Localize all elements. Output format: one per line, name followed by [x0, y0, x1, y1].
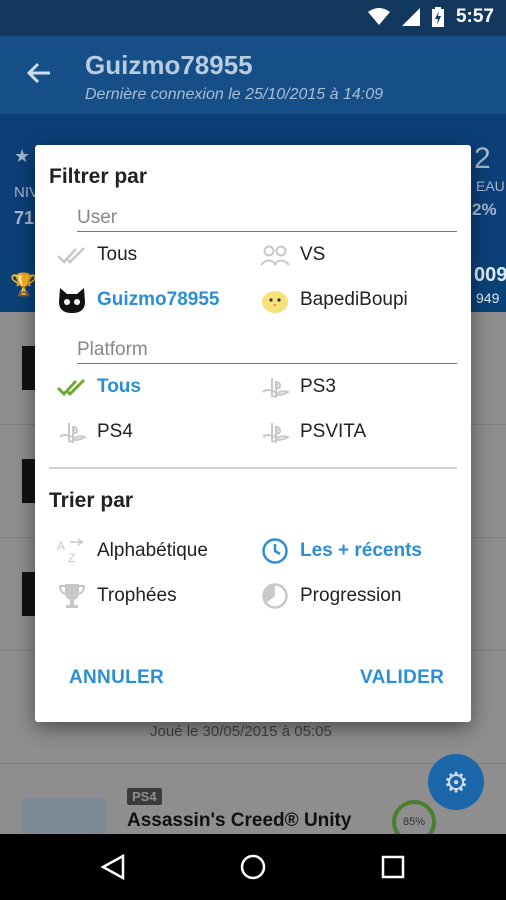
cat-avatar-icon — [55, 287, 89, 313]
user-option-guizmo-label: Guizmo78955 — [97, 289, 220, 310]
filter-title: Filtrer par — [49, 165, 148, 188]
platform-option-all-label: Tous — [97, 376, 141, 397]
back-arrow-icon[interactable] — [26, 60, 52, 92]
chick-avatar-icon — [258, 287, 292, 313]
platform-option-ps4-label: PS4 — [97, 421, 133, 442]
user-option-all[interactable]: Tous — [55, 242, 137, 268]
battery-charging-icon — [431, 7, 444, 27]
right-value: 2% — [472, 200, 497, 219]
platform-section-label: Platform — [77, 339, 457, 364]
last-login: Dernière connexion le 25/10/2015 à 14:09 — [85, 86, 383, 103]
status-time: 5:57 — [455, 6, 494, 27]
navigation-bar — [0, 834, 506, 900]
trophy-count-bottom: 949 — [476, 290, 500, 306]
user-option-guizmo[interactable]: Guizmo78955 — [55, 287, 220, 313]
double-check-icon — [55, 374, 89, 400]
sort-option-trophies-label: Trophées — [97, 585, 177, 606]
sort-option-recent[interactable]: Les + récents — [258, 538, 422, 564]
recents-nav-icon[interactable] — [381, 855, 405, 879]
svg-text:A: A — [57, 539, 65, 553]
progress-icon — [258, 583, 292, 609]
filter-dialog: Filtrer par User Tous VS Guizmo78955 Bap… — [35, 145, 471, 722]
status-bar: 5:57 — [0, 0, 506, 36]
right-label: EAU — [476, 178, 505, 194]
home-nav-icon[interactable] — [240, 854, 266, 880]
platform-badge: PS4 — [127, 788, 162, 805]
sort-title: Trier par — [49, 489, 134, 512]
platform-option-ps4[interactable]: PS4 — [55, 419, 133, 445]
played-date: Joué le 30/05/2015 à 05:05 — [150, 723, 332, 740]
back-nav-icon[interactable] — [100, 854, 126, 880]
playstation-icon — [258, 419, 292, 445]
page-title: Guizmo78955 — [85, 50, 253, 80]
trophy-count-top: 009 — [474, 264, 506, 286]
platform-option-all[interactable]: Tous — [55, 374, 141, 400]
sort-option-progression[interactable]: Progression — [258, 583, 401, 609]
user-option-vs[interactable]: VS — [258, 242, 325, 268]
validate-button[interactable]: VALIDER — [360, 667, 444, 689]
star-icon: ★ — [14, 146, 31, 166]
sort-option-alphabetical-label: Alphabétique — [97, 540, 208, 561]
sort-option-progression-label: Progression — [300, 585, 402, 606]
game-title: Assassin's Creed® Unity — [127, 810, 352, 831]
platform-option-ps3-label: PS3 — [300, 376, 336, 397]
platform-option-psvita[interactable]: PSVITA — [258, 419, 366, 445]
dialog-divider — [49, 467, 457, 469]
signal-icon — [401, 8, 420, 26]
right-number: 2 — [474, 142, 491, 175]
level-value: 71 — [14, 208, 35, 228]
users-icon — [258, 242, 292, 268]
svg-text:Z: Z — [68, 551, 75, 564]
user-option-vs-label: VS — [300, 244, 326, 265]
alphabetical-icon: AZ — [55, 538, 89, 564]
trophy-icon: 🏆 — [10, 272, 38, 297]
sort-option-recent-label: Les + récents — [300, 540, 422, 561]
gear-icon: ⚙ — [443, 766, 469, 798]
user-option-all-label: Tous — [97, 244, 138, 265]
trophy-icon — [55, 583, 89, 609]
cancel-button[interactable]: ANNULER — [69, 667, 164, 689]
sort-option-alphabetical[interactable]: AZ Alphabétique — [55, 538, 208, 564]
settings-fab[interactable]: ⚙ — [428, 754, 484, 810]
user-section-label: User — [77, 207, 457, 232]
clock-icon — [258, 538, 292, 564]
double-check-icon — [55, 242, 89, 268]
game-cover — [22, 798, 106, 834]
app-bar: Guizmo78955 Dernière connexion le 25/10/… — [0, 36, 506, 114]
platform-option-psvita-label: PSVITA — [300, 421, 367, 442]
platform-option-ps3[interactable]: PS3 — [258, 374, 336, 400]
playstation-icon — [55, 419, 89, 445]
wifi-icon — [367, 8, 390, 25]
playstation-icon — [258, 374, 292, 400]
progress-value: 85% — [402, 816, 426, 828]
sort-option-trophies[interactable]: Trophées — [55, 583, 177, 609]
user-option-bapediboupi[interactable]: BapediBoupi — [258, 287, 408, 313]
user-option-bapediboupi-label: BapediBoupi — [300, 289, 408, 310]
